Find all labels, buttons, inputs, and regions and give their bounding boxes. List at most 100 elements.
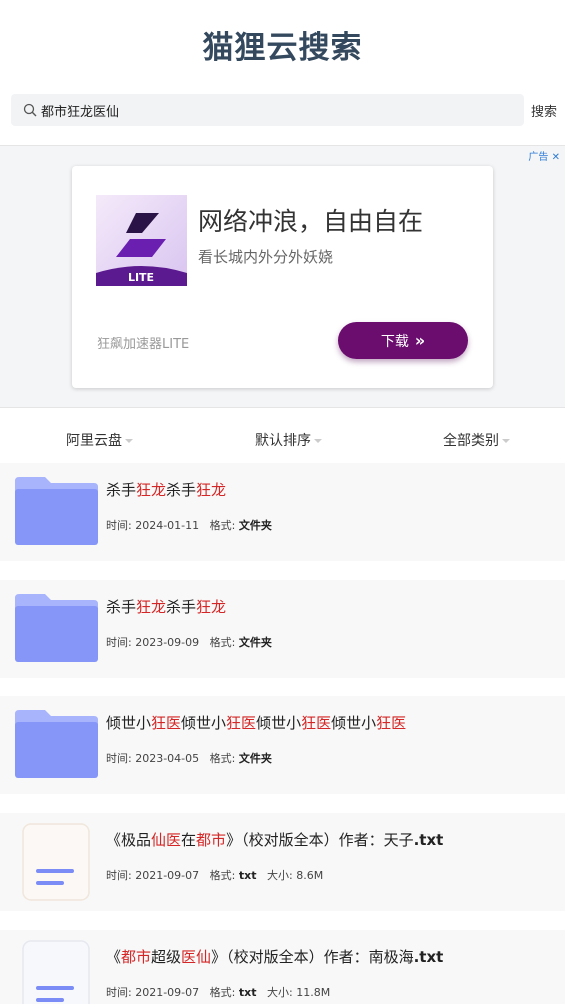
format-label: 格式:: [209, 986, 236, 999]
title-text: 杀手: [166, 598, 197, 616]
time-value: 2021-09-07: [135, 869, 200, 882]
title-text: 《: [106, 948, 122, 966]
double-chevron-icon: »: [414, 331, 426, 350]
title-highlight: 都市: [196, 831, 227, 849]
result-title[interactable]: 《极品仙医在都市》（校对版全本）作者：天子.txt: [106, 829, 443, 850]
ad-card[interactable]: LITE 网络冲浪，自由自在 看长城内外分外妖娆 狂飙加速器LITE 下载 »: [72, 166, 493, 388]
size-label: 大小:: [267, 986, 293, 999]
title-highlight: 狂医: [226, 714, 257, 732]
title-highlight: 狂龙: [196, 481, 227, 499]
app-title: 猫狸云搜索: [202, 30, 363, 66]
folder-icon: [15, 710, 98, 778]
time-value: 2021-09-07: [135, 986, 200, 999]
search-query: 都市狂龙医仙: [41, 105, 120, 120]
download-label: 下载: [380, 334, 409, 350]
filter-sort-label: 默认排序: [255, 433, 311, 449]
search-bar: 都市狂龙医仙 搜索: [11, 94, 565, 126]
folder-icon: [15, 477, 98, 545]
folder-icon: [15, 594, 98, 662]
result-title[interactable]: 倾世小狂医倾世小狂医倾世小狂医倾世小狂医: [106, 712, 406, 733]
search-input[interactable]: 都市狂龙医仙: [11, 94, 524, 126]
title-text: 倾世小: [181, 714, 227, 732]
time-label: 时间:: [106, 752, 132, 765]
filter-source-label: 阿里云盘: [66, 433, 122, 449]
title-text: 》（校对版全本）作者：天子: [226, 831, 414, 849]
time-label: 时间:: [106, 869, 132, 882]
ad-tag[interactable]: 广告 ✕: [528, 148, 560, 163]
close-icon[interactable]: ✕: [552, 152, 560, 163]
result-item[interactable]: 《都市超级医仙》（校对版全本）作者：南极海.txt 时间: 2021-09-07…: [0, 930, 565, 1004]
title-highlight: 狂龙: [136, 481, 167, 499]
caret-down-icon: [314, 439, 322, 443]
title-text: 杀手: [166, 481, 197, 499]
app-logo-text: LITE: [128, 271, 154, 284]
title-text: 杀手: [106, 481, 137, 499]
ad-banner[interactable]: 广告 ✕ LITE 网络冲浪，自由自在 看长城内外分外妖娆 狂飙加速器LITE …: [0, 145, 565, 408]
time-label: 时间:: [106, 636, 132, 649]
result-meta: 时间: 2023-04-05 格式: 文件夹: [106, 750, 272, 766]
title-text: 倾世小: [106, 714, 152, 732]
title-highlight: 狂医: [151, 714, 182, 732]
time-value: 2023-09-09: [135, 636, 200, 649]
ad-tag-label: 广告: [528, 152, 549, 163]
title-highlight: 狂医: [376, 714, 407, 732]
title-extension: .txt: [413, 831, 444, 849]
time-value: 2024-01-11: [135, 519, 200, 532]
time-label: 时间:: [106, 986, 132, 999]
text-file-icon: [22, 940, 90, 1004]
time-value: 2023-04-05: [135, 752, 200, 765]
search-button[interactable]: 搜索: [531, 101, 557, 120]
size-label: 大小:: [267, 869, 293, 882]
result-meta: 时间: 2024-01-11 格式: 文件夹: [106, 517, 272, 533]
title-text: 超级: [151, 948, 182, 966]
title-highlight: 医仙: [181, 948, 212, 966]
filter-bar: 阿里云盘 默认排序 全部类别: [0, 420, 565, 458]
title-highlight: 仙医: [151, 831, 182, 849]
ad-brand: 狂飙加速器LITE: [97, 337, 190, 352]
caret-down-icon: [125, 439, 133, 443]
filter-sort[interactable]: 默认排序: [255, 430, 322, 450]
ad-subline: 看长城内外分外妖娆: [198, 248, 334, 266]
result-title[interactable]: 杀手狂龙杀手狂龙: [106, 479, 226, 500]
title-highlight: 狂医: [301, 714, 332, 732]
title-highlight: 狂龙: [136, 598, 167, 616]
format-label: 格式:: [209, 636, 236, 649]
result-item[interactable]: 倾世小狂医倾世小狂医倾世小狂医倾世小狂医 时间: 2023-04-05 格式: …: [0, 696, 565, 794]
time-label: 时间:: [106, 519, 132, 532]
result-title[interactable]: 杀手狂龙杀手狂龙: [106, 596, 226, 617]
filter-source[interactable]: 阿里云盘: [66, 430, 133, 450]
filter-category-label: 全部类别: [443, 433, 499, 449]
size-value: 11.8M: [296, 986, 331, 999]
title-text: 杀手: [106, 598, 137, 616]
format-label: 格式:: [209, 519, 236, 532]
app-logo-icon: LITE: [96, 195, 187, 286]
title-text: 》（校对版全本）作者：南极海: [211, 948, 414, 966]
title-highlight: 狂龙: [196, 598, 227, 616]
result-item[interactable]: 《极品仙医在都市》（校对版全本）作者：天子.txt 时间: 2021-09-07…: [0, 813, 565, 911]
title-text: 《极品: [106, 831, 152, 849]
result-item[interactable]: 杀手狂龙杀手狂龙 时间: 2024-01-11 格式: 文件夹: [0, 463, 565, 561]
filter-category[interactable]: 全部类别: [443, 430, 510, 450]
format-value: txt: [238, 869, 257, 882]
format-value: 文件夹: [238, 519, 272, 532]
format-label: 格式:: [209, 869, 236, 882]
result-item[interactable]: 杀手狂龙杀手狂龙 时间: 2023-09-09 格式: 文件夹: [0, 580, 565, 678]
result-title[interactable]: 《都市超级医仙》（校对版全本）作者：南极海.txt: [106, 946, 443, 967]
ad-headline: 网络冲浪，自由自在: [198, 207, 424, 236]
format-value: 文件夹: [238, 636, 272, 649]
format-value: txt: [238, 986, 257, 999]
title-text: 在: [181, 831, 197, 849]
size-value: 8.6M: [296, 869, 324, 882]
title-text: 倾世小: [331, 714, 377, 732]
text-file-icon: [22, 823, 90, 901]
format-label: 格式:: [209, 752, 236, 765]
search-icon: [23, 103, 37, 117]
title-highlight: 都市: [121, 948, 152, 966]
caret-down-icon: [502, 439, 510, 443]
result-meta: 时间: 2021-09-07 格式: txt 大小: 8.6M: [106, 867, 323, 883]
title-text: 倾世小: [256, 714, 302, 732]
result-meta: 时间: 2021-09-07 格式: txt 大小: 11.8M: [106, 984, 330, 1000]
title-extension: .txt: [413, 948, 444, 966]
download-button[interactable]: 下载 »: [338, 322, 468, 359]
format-value: 文件夹: [238, 752, 272, 765]
